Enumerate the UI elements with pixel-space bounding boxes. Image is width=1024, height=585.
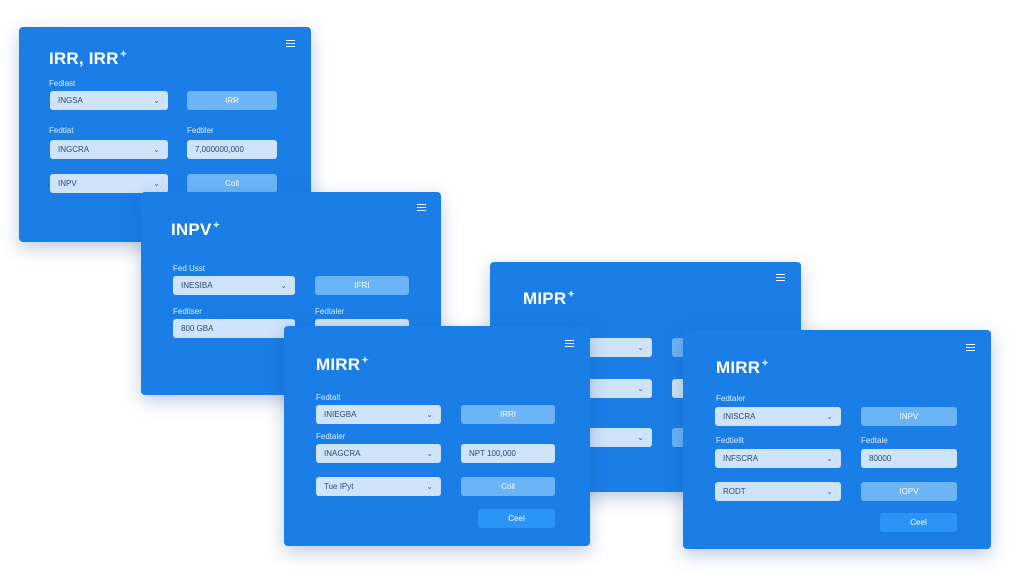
- field-label: Fedtiellt: [716, 436, 745, 445]
- calculate-button[interactable]: Coil: [187, 174, 277, 193]
- category-select[interactable]: INAGCRA ⌄: [316, 444, 441, 463]
- submit-button[interactable]: Ceel: [478, 509, 555, 528]
- sparkle-icon: ✦: [119, 49, 128, 60]
- chevron-down-icon: ⌄: [637, 384, 644, 393]
- dataset-select[interactable]: INESIBA ⌄: [173, 276, 295, 295]
- card-title: MIRR✦: [316, 355, 369, 374]
- menu-icon[interactable]: [286, 40, 295, 47]
- calculate-button[interactable]: IOPV: [861, 482, 957, 501]
- field-label: Fedtale: [861, 436, 888, 445]
- field-label: Fed Usst: [173, 264, 206, 273]
- amount-input[interactable]: 7,000000,000: [187, 140, 277, 159]
- method-select[interactable]: INPV ⌄: [50, 174, 168, 193]
- method-select[interactable]: RODT ⌄: [715, 482, 841, 501]
- chevron-down-icon: ⌄: [826, 454, 833, 463]
- chevron-down-icon: ⌄: [426, 482, 433, 491]
- card-title: IRR, IRR✦: [49, 49, 128, 68]
- sparkle-icon: ✦: [361, 355, 369, 366]
- mirr-card: MIRR✦ Fedtaler INISCRA ⌄ INPV Fedtiellt F…: [683, 330, 991, 549]
- dataset-select[interactable]: INGSA ⌄: [50, 91, 168, 110]
- field-label: Fedtalt: [316, 393, 341, 402]
- method-select[interactable]: Tue IPyt ⌄: [316, 477, 441, 496]
- field-label: Fedtiser: [173, 307, 202, 316]
- field-label: Fedtlat: [49, 126, 74, 135]
- amount-input[interactable]: NPT 100,000: [461, 444, 555, 463]
- field-label: Fedtaler: [315, 307, 345, 316]
- amount-input[interactable]: 80000: [861, 449, 957, 468]
- npv-button[interactable]: INPV: [861, 407, 957, 426]
- submit-button[interactable]: Ceel: [880, 513, 957, 532]
- chevron-down-icon: ⌄: [426, 449, 433, 458]
- irr-button[interactable]: IRR: [187, 91, 277, 110]
- menu-icon[interactable]: [776, 274, 785, 281]
- sparkle-icon: ✦: [567, 289, 576, 300]
- sparkle-icon: ✦: [761, 358, 769, 369]
- chevron-down-icon: ⌄: [826, 487, 833, 496]
- field-label: Fedtaler: [716, 394, 746, 403]
- chevron-down-icon: ⌄: [637, 343, 644, 352]
- dataset-select[interactable]: INISCRA ⌄: [715, 407, 841, 426]
- chevron-down-icon: ⌄: [826, 412, 833, 421]
- dataset-select[interactable]: INIEGBA ⌄: [316, 405, 441, 424]
- menu-icon[interactable]: [417, 204, 426, 211]
- menu-icon[interactable]: [565, 340, 574, 347]
- irr-button[interactable]: IFRI: [315, 276, 409, 295]
- chevron-down-icon: ⌄: [153, 145, 160, 154]
- card-title: INPV✦: [171, 220, 221, 239]
- irr-button[interactable]: IRRI: [461, 405, 555, 424]
- field-label: Fedlast: [49, 79, 76, 88]
- category-select[interactable]: INFSCRA ⌄: [715, 449, 841, 468]
- card-title: MIPR✦: [523, 289, 576, 308]
- chevron-down-icon: ⌄: [637, 433, 644, 442]
- field-label: Fedtiler: [187, 126, 214, 135]
- sparkle-icon: ✦: [212, 220, 221, 231]
- chevron-down-icon: ⌄: [153, 179, 160, 188]
- category-select[interactable]: INGCRA ⌄: [50, 140, 168, 159]
- chevron-down-icon: ⌄: [280, 281, 287, 290]
- menu-icon[interactable]: [966, 344, 975, 351]
- mirr-card: MIRR✦ Fedtalt INIEGBA ⌄ IRRI Fedtaler INA…: [284, 326, 590, 546]
- card-title: MIRR✦: [716, 358, 769, 377]
- field-label: Fedtaler: [316, 432, 346, 441]
- calculate-button[interactable]: Coil: [461, 477, 555, 496]
- chevron-down-icon: ⌄: [426, 410, 433, 419]
- amount-select[interactable]: 800 GBA: [173, 319, 295, 338]
- chevron-down-icon: ⌄: [153, 96, 160, 105]
